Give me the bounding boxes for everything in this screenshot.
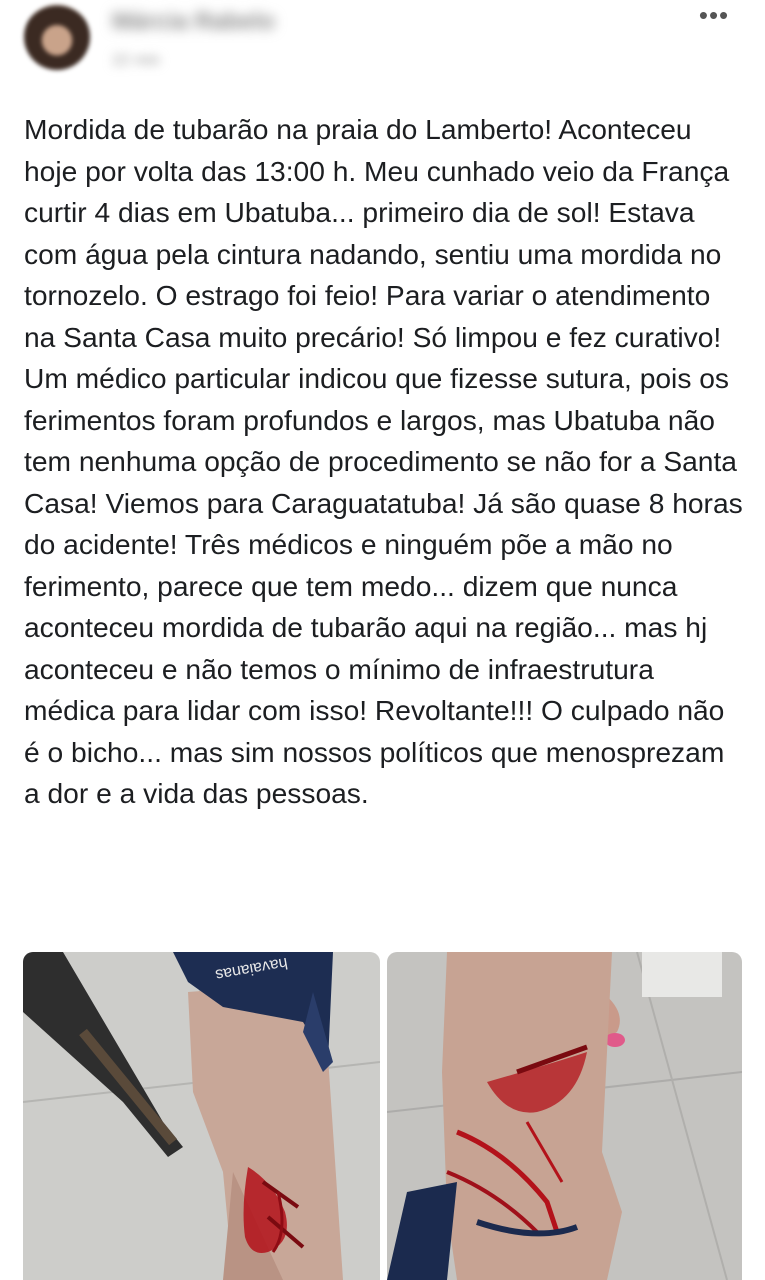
author-name[interactable]: Márcia Rabelo — [112, 8, 322, 35]
ankle-wound-photo-1: havaianas — [23, 952, 380, 1280]
ankle-wound-photo-2 — [387, 952, 742, 1280]
post-photo-2[interactable] — [387, 952, 742, 1280]
post-photo-1[interactable]: havaianas — [23, 952, 380, 1280]
post-timestamp[interactable]: 22 min — [112, 52, 242, 72]
post-header: Márcia Rabelo 22 min ••• — [0, 0, 765, 95]
author-avatar[interactable] — [24, 4, 90, 70]
more-options-icon[interactable]: ••• — [692, 0, 736, 30]
post-text: Mordida de tubarão na praia do Lamberto!… — [24, 113, 743, 809]
